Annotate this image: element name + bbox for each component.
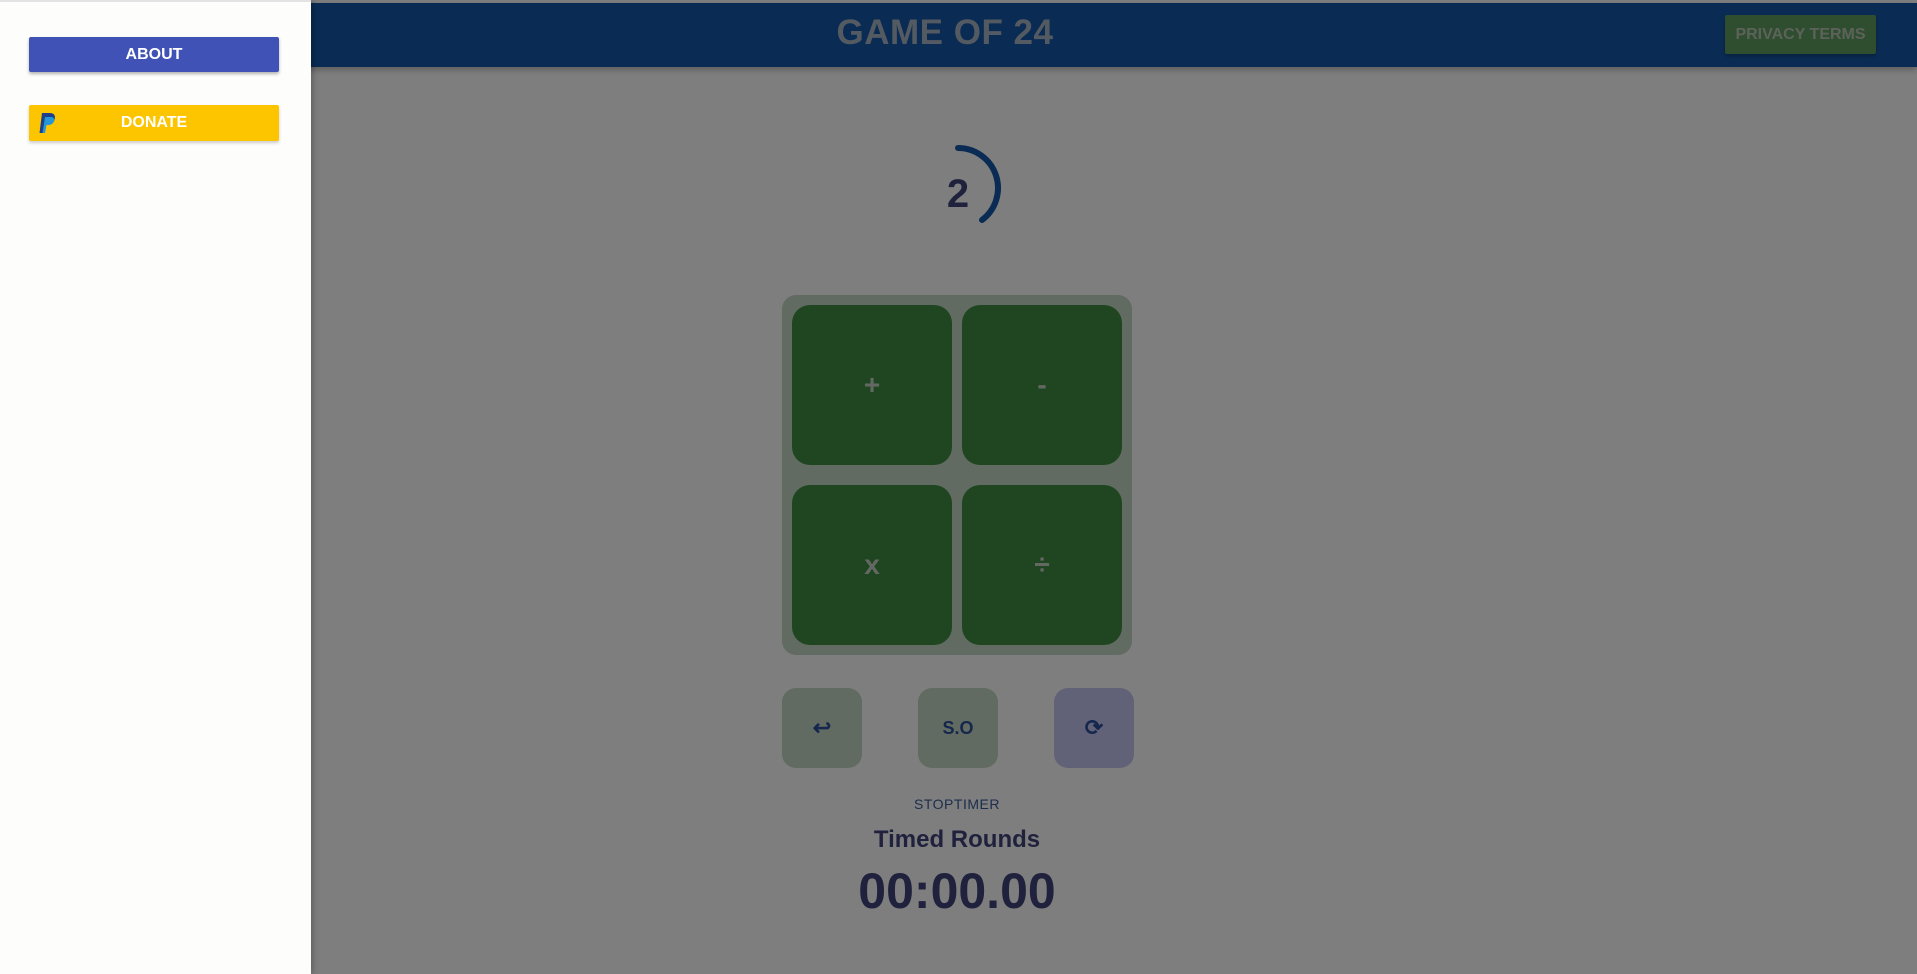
donate-button[interactable]: DONATE xyxy=(29,105,279,141)
paypal-icon xyxy=(39,113,55,133)
about-button[interactable]: ABOUT xyxy=(29,37,279,72)
side-drawer: ABOUT DONATE xyxy=(0,0,311,974)
donate-label: DONATE xyxy=(120,114,188,131)
